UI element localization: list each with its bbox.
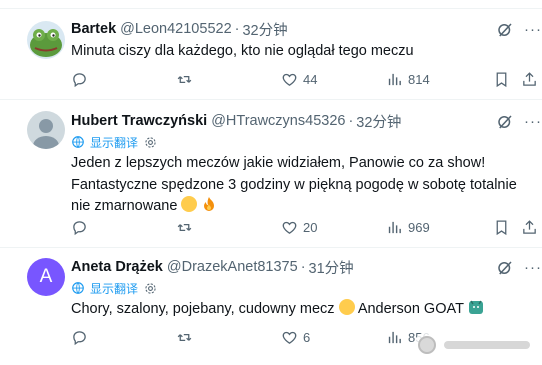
- fire-emoji: [204, 197, 215, 211]
- retweet-button[interactable]: [176, 71, 198, 88]
- view-count: 969: [408, 220, 430, 235]
- watermark-overlay: [414, 332, 539, 358]
- timestamp[interactable]: 32分钟: [356, 111, 401, 132]
- tweet-text: Chory, szalony, pojebany, cudowny mecz A…: [71, 299, 526, 320]
- heart-icon: [282, 73, 297, 86]
- author-name[interactable]: Aneta Drążek: [71, 259, 163, 275]
- bookmark-button[interactable]: [493, 219, 510, 236]
- bookmark-button[interactable]: [493, 71, 510, 88]
- author-name[interactable]: Hubert Trawczyński: [71, 113, 207, 129]
- reply-button[interactable]: [71, 71, 93, 88]
- timestamp[interactable]: 32分钟: [242, 19, 287, 40]
- reply-icon: [73, 221, 86, 236]
- thinking-face-emoji: [181, 196, 198, 212]
- show-translation[interactable]: 显示翻译: [71, 134, 157, 150]
- reply-icon: [73, 331, 86, 346]
- share-button[interactable]: [521, 219, 538, 236]
- watermark-logo-icon: [418, 336, 436, 354]
- action-bar: 20 969: [71, 219, 536, 237]
- analytics-icon: [388, 221, 401, 234]
- views-button[interactable]: 814: [386, 71, 430, 88]
- heart-icon: [282, 221, 297, 234]
- separator-dot: ·: [300, 259, 306, 275]
- avatar[interactable]: [27, 21, 65, 59]
- like-count: 6: [303, 330, 311, 345]
- tweet-text: Jeden z lepszych meczów jakie widziałem,…: [71, 153, 526, 218]
- view-count: 814: [408, 72, 430, 87]
- avatar[interactable]: A: [27, 258, 65, 296]
- gear-icon[interactable]: [144, 282, 157, 295]
- exploding-head-emoji: [338, 299, 355, 315]
- globe-icon: [72, 136, 84, 148]
- author-handle[interactable]: @DrazekAnet81375: [167, 259, 298, 275]
- retweet-button[interactable]: [176, 219, 198, 236]
- like-count: 44: [303, 72, 318, 87]
- show-translation[interactable]: 显示翻译: [71, 280, 157, 296]
- tweet-header: Hubert Trawczyński @HTrawczyns45326 · 32…: [71, 111, 401, 131]
- heart-icon: [282, 331, 297, 344]
- like-button[interactable]: 44: [281, 71, 317, 88]
- tweet-text-tail: Anderson GOAT: [357, 301, 464, 317]
- retweet-button[interactable]: [176, 329, 198, 346]
- share-icon: [523, 220, 536, 234]
- timestamp[interactable]: 31分钟: [309, 257, 354, 278]
- separator-dot: ·: [348, 113, 354, 129]
- separator-dot: ·: [234, 21, 240, 37]
- author-handle[interactable]: @HTrawczyns45326: [211, 113, 345, 129]
- goat-emoji: [468, 300, 483, 314]
- author-name[interactable]: Bartek: [71, 21, 116, 37]
- share-button[interactable]: [521, 71, 538, 88]
- bookmark-icon: [496, 220, 507, 236]
- reply-button[interactable]: [71, 329, 93, 346]
- show-translation-label[interactable]: 显示翻译: [90, 280, 138, 297]
- grok-icon[interactable]: [496, 113, 514, 131]
- action-bar: 44 814: [71, 71, 536, 89]
- watermark-text-blur: [444, 341, 530, 349]
- views-button[interactable]: 969: [386, 219, 430, 236]
- previous-item-border: [0, 0, 542, 9]
- retweet-icon: [177, 334, 192, 341]
- analytics-icon: [388, 331, 401, 344]
- tweet-text-content: Chory, szalony, pojebany, cudowny mecz: [71, 301, 335, 317]
- retweet-icon: [177, 224, 192, 231]
- gear-icon[interactable]: [144, 136, 157, 149]
- grok-icon[interactable]: [496, 259, 514, 277]
- more-options-icon[interactable]: ···: [524, 259, 542, 277]
- bookmark-icon: [496, 72, 507, 88]
- share-icon: [523, 72, 536, 86]
- retweet-icon: [177, 76, 192, 83]
- globe-icon: [72, 282, 84, 294]
- like-button[interactable]: 20: [281, 219, 317, 236]
- more-options-icon[interactable]: ···: [524, 21, 542, 39]
- reply-tweet[interactable]: Hubert Trawczyński @HTrawczyns45326 · 32…: [0, 101, 542, 248]
- grok-icon[interactable]: [496, 21, 514, 39]
- show-translation-label[interactable]: 显示翻译: [90, 134, 138, 151]
- reply-tweet[interactable]: Bartek @Leon42105522 · 32分钟 ··· Minuta c…: [0, 9, 542, 100]
- reply-icon: [73, 73, 86, 88]
- tweet-text: Minuta ciszy dla każdego, kto nie ogląda…: [71, 43, 414, 59]
- more-options-icon[interactable]: ···: [524, 113, 542, 131]
- avatar[interactable]: [27, 111, 65, 149]
- tweet-header: Bartek @Leon42105522 · 32分钟: [71, 19, 288, 39]
- tweet-header: Aneta Drążek @DrazekAnet81375 · 31分钟: [71, 257, 354, 277]
- tweet-text-content: Jeden z lepszych meczów jakie widziałem,…: [71, 155, 517, 214]
- author-handle[interactable]: @Leon42105522: [120, 21, 232, 37]
- analytics-icon: [388, 73, 401, 86]
- like-count: 20: [303, 220, 318, 235]
- like-button[interactable]: 6: [281, 329, 310, 346]
- reply-button[interactable]: [71, 219, 93, 236]
